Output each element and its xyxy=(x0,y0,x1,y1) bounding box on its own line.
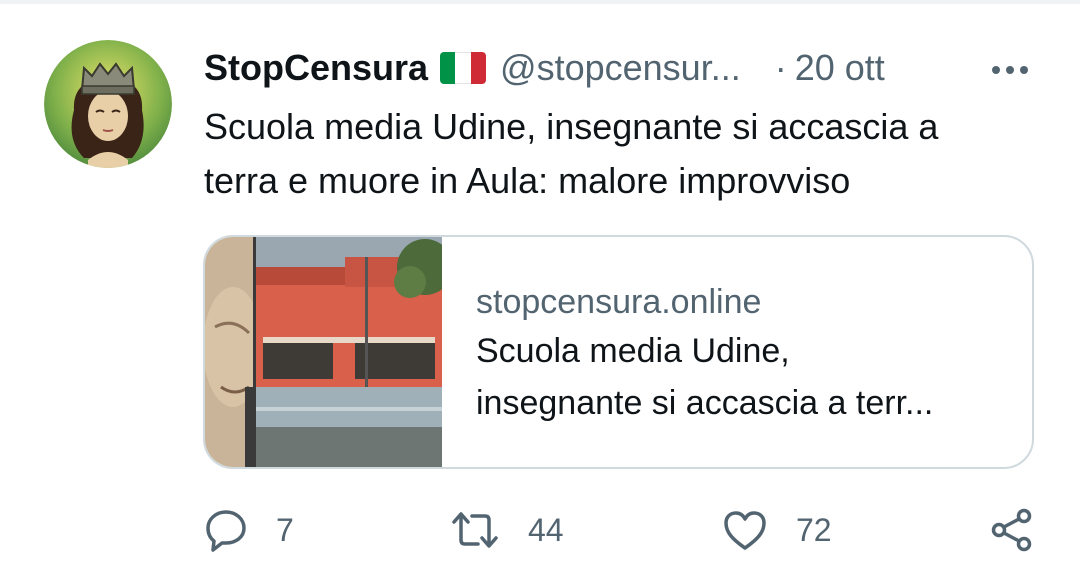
like-button[interactable]: 72 xyxy=(722,500,832,560)
card-title-line: Scuola media Udine, xyxy=(476,332,790,370)
reply-button[interactable]: 7 xyxy=(204,500,294,560)
retweet-button[interactable]: 44 xyxy=(450,500,564,560)
tweet-header: StopCensura @stopcensur... · 20 ott xyxy=(204,42,1034,94)
timestamp[interactable]: 20 ott xyxy=(795,47,885,89)
share-button[interactable] xyxy=(990,500,1034,560)
action-bar: 7 44 72 xyxy=(204,500,1040,560)
reply-icon xyxy=(206,510,246,552)
like-icon xyxy=(724,511,766,550)
card-domain: stopcensura.online xyxy=(476,283,762,321)
separator-dot: · xyxy=(774,47,787,88)
tweet-text-line: Scuola media Udine, insegnante si accasc… xyxy=(204,106,939,147)
card-title-line: insegnante si accascia a terr... xyxy=(476,384,934,422)
avatar[interactable] xyxy=(44,40,172,168)
card-thumbnail xyxy=(205,237,442,467)
reply-count: 7 xyxy=(276,511,294,548)
tweet-text-line: terra e muore in Aula: malore improvviso xyxy=(204,160,851,201)
italy-flag-icon xyxy=(440,52,487,84)
retweet-count: 44 xyxy=(528,511,564,548)
retweet-icon xyxy=(452,512,498,548)
card-text: stopcensura.online Scuola media Udine, i… xyxy=(442,237,1016,467)
more-icon[interactable] xyxy=(986,50,1034,86)
user-handle[interactable]: @stopcensur... xyxy=(500,47,741,89)
display-name[interactable]: StopCensura xyxy=(204,47,428,89)
share-icon xyxy=(991,508,1032,552)
like-count: 72 xyxy=(796,511,832,548)
link-preview-card[interactable]: stopcensura.online Scuola media Udine, i… xyxy=(203,235,1034,469)
avatar-image xyxy=(44,40,172,168)
tweet-text: Scuola media Udine, insegnante si accasc… xyxy=(204,100,1024,208)
top-divider xyxy=(0,0,1080,4)
